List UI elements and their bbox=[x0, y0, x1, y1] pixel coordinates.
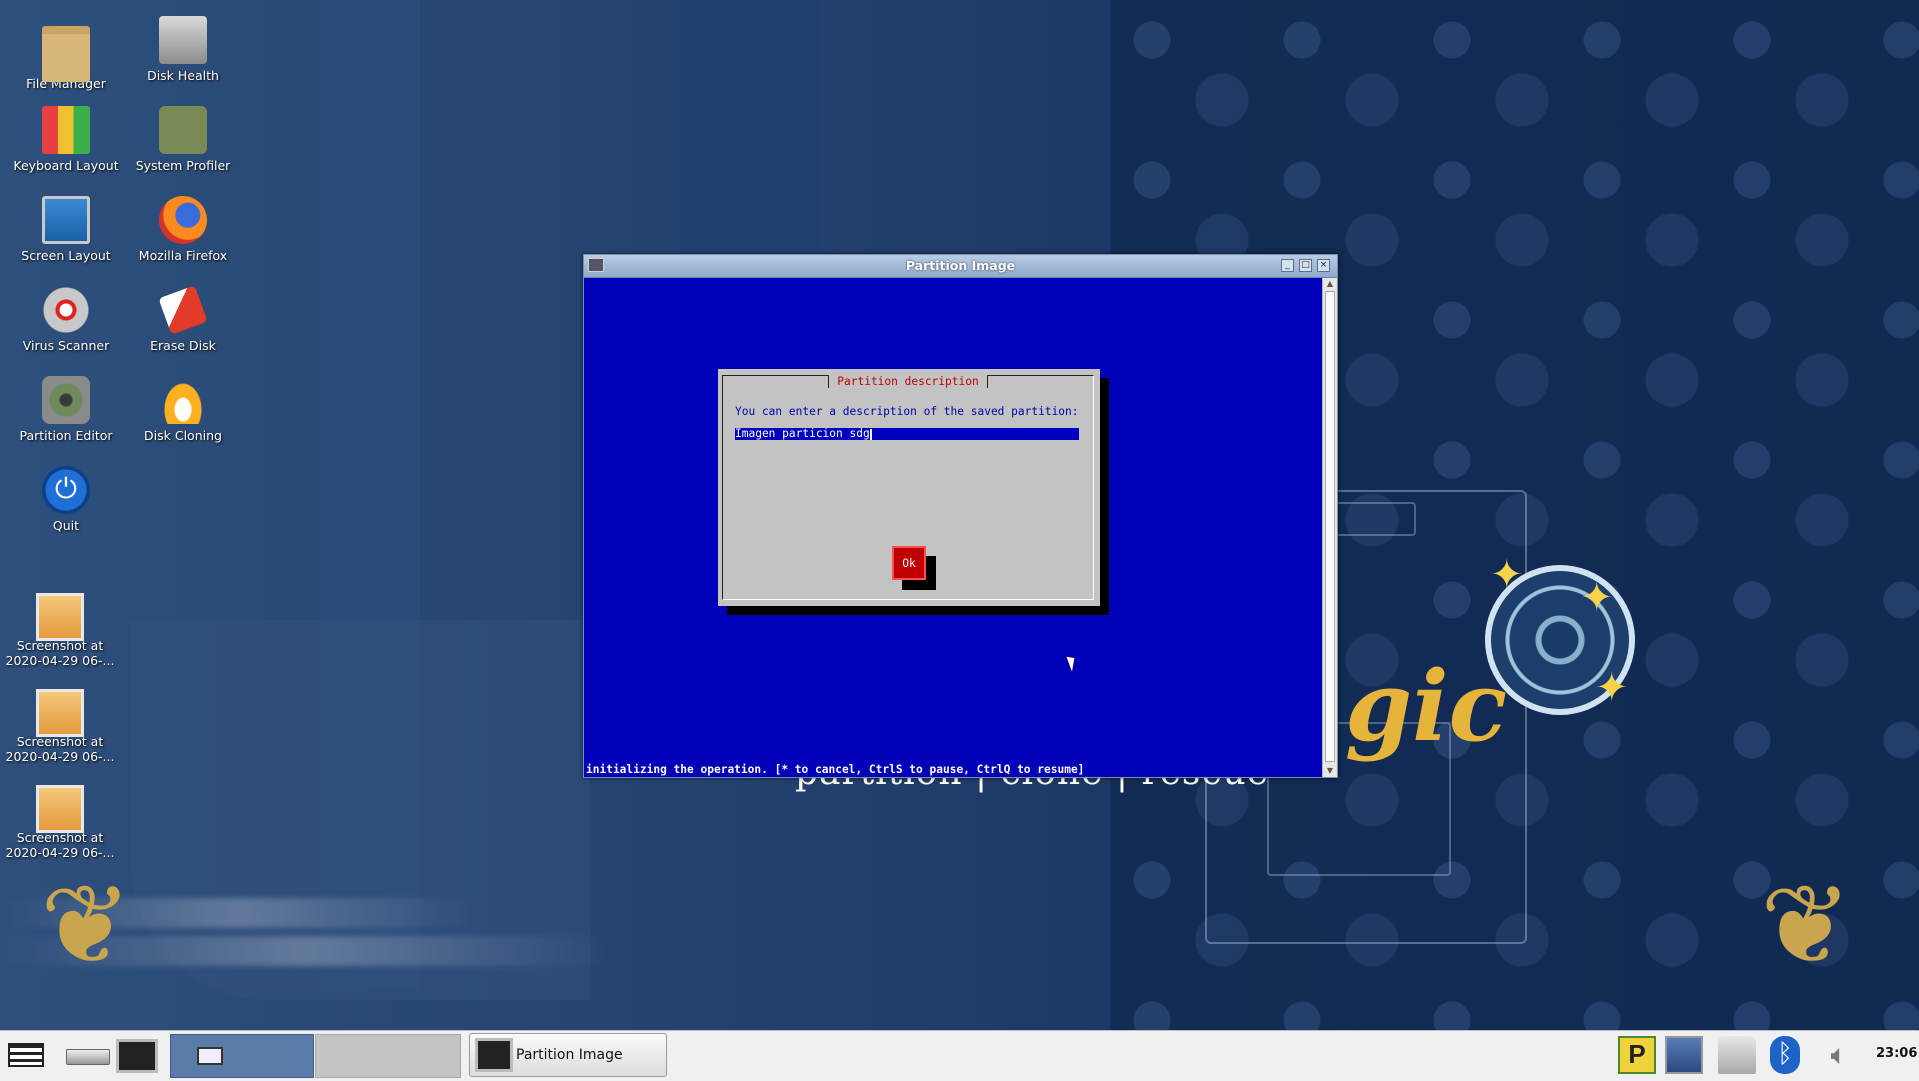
taskbar-task-partition-image[interactable]: Partition Image bbox=[469, 1033, 667, 1077]
wallpaper-ornament-left: ❦ bbox=[40, 861, 133, 989]
start-menu-icon[interactable] bbox=[8, 1043, 44, 1067]
desktop-icon-virus-scanner[interactable]: Virus Scanner bbox=[8, 286, 124, 353]
parted-magic-tray-icon[interactable]: P bbox=[1618, 1036, 1656, 1074]
window-titlebar[interactable]: Partition Image _ □ × bbox=[584, 255, 1337, 278]
eraser-icon bbox=[158, 285, 208, 335]
keyboard-layout-icon bbox=[42, 106, 90, 154]
image-icon bbox=[36, 593, 84, 641]
desktop-icon-screenshot-3[interactable]: Screenshot at 2020-04-29 06-... bbox=[2, 778, 118, 860]
text-cursor bbox=[869, 428, 872, 440]
partition-description-dialog: Partition description You can enter a de… bbox=[718, 369, 1100, 606]
folder-icon bbox=[42, 26, 90, 82]
scrollbar-thumb[interactable] bbox=[1325, 291, 1335, 762]
wallpaper-chip bbox=[1332, 502, 1416, 536]
network-icon[interactable] bbox=[1665, 1036, 1703, 1074]
desktop-icon-label: Quit bbox=[52, 518, 80, 533]
firefox-icon bbox=[159, 196, 207, 244]
wallpaper-star: ✦ bbox=[1580, 575, 1614, 621]
workspace-window-thumbnail bbox=[197, 1047, 223, 1065]
desktop-icon-file-manager[interactable]: File Manager bbox=[8, 16, 124, 91]
dialog-title: Partition description bbox=[828, 375, 988, 388]
terminal-launcher-icon[interactable] bbox=[116, 1039, 158, 1073]
bluetooth-icon[interactable]: ᛒ bbox=[1770, 1036, 1800, 1074]
status-line: initializing the operation. [* to cancel… bbox=[586, 763, 1085, 776]
desktop-icon-firefox[interactable]: Mozilla Firefox bbox=[125, 196, 241, 263]
close-button[interactable]: × bbox=[1317, 259, 1330, 272]
printer-icon[interactable] bbox=[1718, 1036, 1756, 1074]
maximize-button[interactable]: □ bbox=[1299, 259, 1312, 272]
terminal-icon bbox=[475, 1038, 513, 1072]
wallpaper-ornament-right: ❦ bbox=[1760, 861, 1853, 989]
scroll-down-icon[interactable]: ▼ bbox=[1325, 766, 1335, 776]
wallpaper-star: ✦ bbox=[1490, 552, 1524, 598]
virus-scanner-icon bbox=[42, 286, 90, 334]
terminal-area[interactable]: Partition description You can enter a de… bbox=[584, 278, 1322, 777]
image-icon bbox=[36, 785, 84, 833]
desktop-icon-label: Partition Editor bbox=[19, 428, 113, 443]
system-profiler-icon bbox=[159, 106, 207, 154]
workspace-2[interactable] bbox=[315, 1034, 461, 1078]
drive-icon[interactable] bbox=[66, 1049, 110, 1065]
description-input[interactable]: Imagen particion sdg bbox=[735, 428, 1079, 440]
scroll-up-icon[interactable]: ▲ bbox=[1325, 279, 1335, 289]
dialog-frame: Partition description You can enter a de… bbox=[722, 375, 1094, 600]
desktop-icon-label: Screenshot at 2020-04-29 06-... bbox=[5, 638, 115, 668]
desktop-icon-keyboard-layout[interactable]: Keyboard Layout bbox=[8, 106, 124, 173]
desktop-icon-label: Erase Disk bbox=[150, 338, 216, 353]
volume-icon[interactable]: 🔈︎ bbox=[1820, 1036, 1858, 1074]
image-icon bbox=[36, 689, 84, 737]
desktop-icon-label: Disk Health bbox=[147, 68, 219, 83]
power-icon bbox=[42, 466, 90, 514]
desktop-icon-label: Screenshot at 2020-04-29 06-... bbox=[5, 734, 115, 764]
desktop-icon-label: Mozilla Firefox bbox=[138, 248, 228, 263]
window-title: Partition Image bbox=[905, 258, 1016, 273]
desktop-icon-quit[interactable]: Quit bbox=[8, 466, 124, 533]
desktop-icon-system-profiler[interactable]: System Profiler bbox=[125, 106, 241, 173]
desktop-icon-screenshot-1[interactable]: Screenshot at 2020-04-29 06-... bbox=[2, 586, 118, 668]
taskbar: Partition Image P ᛒ 🔈︎ 23:06 bbox=[0, 1030, 1919, 1081]
desktop-icon-disk-health[interactable]: Disk Health bbox=[125, 16, 241, 83]
task-label: Partition Image bbox=[516, 1047, 623, 1063]
disk-health-icon bbox=[159, 16, 207, 64]
desktop-icon-label: Virus Scanner bbox=[22, 338, 110, 353]
desktop-icon-erase-disk[interactable]: Erase Disk bbox=[125, 285, 241, 353]
wallpaper-star: ✦ bbox=[1595, 665, 1629, 711]
desktop-icon-label: Screenshot at 2020-04-29 06-... bbox=[5, 830, 115, 860]
workspace-1[interactable] bbox=[170, 1034, 314, 1078]
disk-cloning-icon bbox=[159, 376, 207, 424]
wallpaper-logo-text: gic bbox=[1345, 650, 1508, 763]
dialog-title-wrap: Partition description bbox=[723, 375, 1093, 388]
vertical-scrollbar[interactable]: ▲ ▼ bbox=[1322, 278, 1337, 777]
description-input-value: Imagen particion sdg bbox=[735, 428, 870, 440]
desktop-icon-partition-editor[interactable]: Partition Editor bbox=[8, 376, 124, 443]
clock[interactable]: 23:06 bbox=[1876, 1046, 1917, 1061]
desktop-icon-screenshot-2[interactable]: Screenshot at 2020-04-29 06-... bbox=[2, 682, 118, 764]
desktop-icon-label: Keyboard Layout bbox=[13, 158, 119, 173]
desktop-icon-label: Screen Layout bbox=[21, 248, 111, 263]
desktop-icon-label: System Profiler bbox=[135, 158, 231, 173]
minimize-button[interactable]: _ bbox=[1281, 259, 1294, 272]
monitor-icon bbox=[42, 196, 90, 244]
desktop-icon-screen-layout[interactable]: Screen Layout bbox=[8, 196, 124, 263]
dialog-prompt: You can enter a description of the saved… bbox=[735, 405, 1079, 418]
partition-image-window[interactable]: Partition Image _ □ × Partition descript… bbox=[583, 254, 1338, 778]
partition-editor-icon bbox=[42, 376, 90, 424]
ok-button[interactable]: Ok bbox=[892, 546, 926, 580]
desktop-icon-label: Disk Cloning bbox=[144, 428, 222, 443]
desktop-icon-disk-cloning[interactable]: Disk Cloning bbox=[125, 376, 241, 443]
